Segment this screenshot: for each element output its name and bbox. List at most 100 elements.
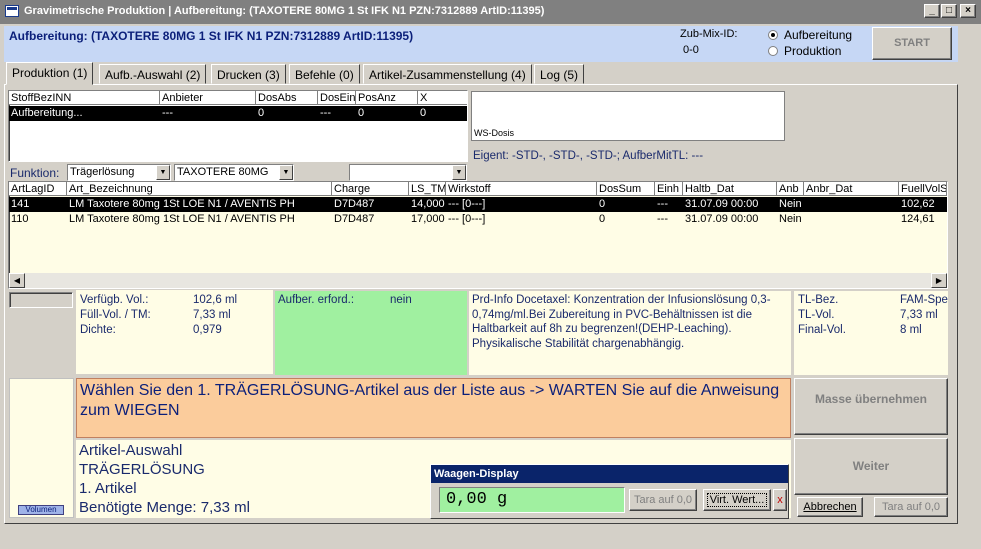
cell: D7D487	[334, 213, 375, 225]
abbrechen-button[interactable]: Abbrechen	[797, 497, 863, 517]
scale-value: 0,00 g	[439, 487, 625, 513]
tab-artikel-zusammenstellung[interactable]: Artikel-Zusammenstellung (4)	[363, 64, 532, 84]
radio-aufbereitung[interactable]	[768, 30, 778, 40]
volume-gauge-label: Volumen	[25, 505, 57, 514]
col-dossum[interactable]: DosSum	[597, 182, 655, 196]
prd-info-panel: Prd-Info Docetaxel: Konzentration der In…	[469, 291, 791, 375]
stoff-grid[interactable]: StoffBezINN Anbieter DosAbs DosEin PosAn…	[8, 90, 468, 162]
window-title-bar[interactable]: Gravimetrische Produktion | Aufbereitung…	[0, 0, 981, 24]
col-artlagid[interactable]: ArtLagID	[9, 182, 67, 196]
verfuegb-label: Verfügb. Vol.:	[80, 294, 149, 306]
col-haltb-dat[interactable]: Haltb_Dat	[683, 182, 777, 196]
cell: Nein	[779, 213, 802, 225]
cell: 0	[358, 107, 365, 119]
zub-mix-label: Zub-Mix-ID:	[680, 28, 738, 40]
dichte-value: 0,979	[193, 324, 222, 336]
table-row[interactable]: 110 LM Taxotere 80mg 1St LOE N1 / AVENTI…	[9, 212, 947, 227]
close-icon[interactable]: ×	[960, 4, 976, 18]
selection-line-3: 1. Artikel	[79, 480, 137, 497]
start-button[interactable]: START	[872, 27, 952, 60]
cell: 102,62	[901, 198, 935, 210]
cell: ---	[657, 198, 668, 210]
table-row[interactable]: Aufbereitung... --- 0 --- 0 0	[9, 106, 467, 121]
tab-aufb-auswahl[interactable]: Aufb.-Auswahl (2)	[99, 64, 207, 84]
zub-mix-value: 0-0	[683, 44, 699, 56]
col-x[interactable]: X	[418, 91, 467, 105]
tl-bez-label: TL-Bez.	[798, 294, 839, 306]
tab-befehle[interactable]: Befehle (0)	[289, 64, 360, 84]
tara-display-button[interactable]: Tara auf 0,0	[629, 489, 697, 511]
col-wirkstoff[interactable]: Wirkstoff	[446, 182, 597, 196]
chevron-down-icon[interactable]: ▼	[156, 165, 170, 180]
cell: 124,61	[901, 213, 935, 225]
ws-dosis-label: WS-Dosis	[474, 128, 514, 138]
waagen-display-title: Waagen-Display	[431, 465, 788, 483]
aufber-label: Aufber. erford.:	[278, 294, 355, 306]
col-dosabs[interactable]: DosAbs	[256, 91, 318, 105]
article-grid[interactable]: ArtLagID Art_Bezeichnung Charge LS_TM Wi…	[8, 181, 948, 289]
selection-text: Artikel-Auswahl TRÄGERLÖSUNG 1. Artikel …	[79, 441, 250, 517]
scroll-left-icon[interactable]: ◀	[9, 273, 25, 288]
cell: 14,000	[411, 198, 445, 210]
app-icon	[5, 5, 19, 17]
masse-uebernehmen-button[interactable]: Masse übernehmen	[794, 378, 948, 435]
col-posanz[interactable]: PosAnz	[356, 91, 418, 105]
artikel-combo[interactable]: TAXOTERE 80MG ▼	[174, 164, 294, 181]
volume-panel: Verfügb. Vol.: 102,6 ml Füll-Vol. / TM: …	[76, 290, 273, 374]
cell: 141	[11, 198, 30, 210]
weiter-button[interactable]: Weiter	[794, 438, 948, 495]
cell	[804, 197, 899, 211]
prd-info-text: Prd-Info Docetaxel: Konzentration der In…	[472, 294, 771, 350]
tab-drucken[interactable]: Drucken (3)	[211, 64, 286, 84]
fuell-value: 7,33 ml	[193, 309, 231, 321]
col-charge[interactable]: Charge	[332, 182, 409, 196]
tab-produktion[interactable]: Produktion (1)	[6, 62, 94, 85]
maximize-icon[interactable]: □	[941, 4, 957, 18]
window-title: Gravimetrische Produktion | Aufbereitung…	[24, 5, 545, 17]
cell: Nein	[779, 198, 802, 210]
dichte-label: Dichte:	[80, 324, 116, 336]
tl-panel: TL-Bez. FAM-Spe TL-Vol. 7,33 ml Final-Vo…	[794, 291, 948, 375]
col-fuellvols[interactable]: FuellVolS	[899, 182, 947, 196]
cell: LM Taxotere 80mg 1St LOE N1 / AVENTIS PH	[69, 198, 295, 210]
col-stoffbezinn[interactable]: StoffBezINN	[9, 91, 160, 105]
tara-button[interactable]: Tara auf 0,0	[874, 497, 948, 517]
status-field	[9, 292, 73, 308]
radio-produktion[interactable]	[768, 46, 778, 56]
col-einh[interactable]: Einh	[655, 182, 683, 196]
cell: 0	[599, 213, 606, 225]
cell: 31.07.09 00:00	[685, 198, 759, 210]
virt-wert-button[interactable]: Virt. Wert...	[703, 489, 771, 511]
col-art-bezeichnung[interactable]: Art_Bezeichnung	[67, 182, 332, 196]
verfuegb-value: 102,6 ml	[193, 294, 238, 306]
aufber-panel: Aufber. erford.: nein	[275, 291, 467, 375]
cell: 0	[420, 107, 427, 119]
col-dosein[interactable]: DosEin	[318, 91, 356, 105]
tl-vol-value: 7,33 ml	[900, 309, 938, 321]
volume-gauge: Volumen	[9, 378, 74, 518]
funktion-combo[interactable]: Trägerlösung ▼	[67, 164, 171, 181]
abbrechen-label: Abbrechen	[803, 501, 857, 513]
final-vol-value: 8 ml	[900, 324, 922, 336]
close-display-icon[interactable]: x	[773, 489, 787, 511]
tab-log[interactable]: Log (5)	[534, 64, 585, 84]
tl-bez-value: FAM-Spe	[900, 294, 948, 306]
eigent-text: Eigent: -STD-, -STD-, -STD-; AufberMitTL…	[473, 150, 704, 162]
chevron-down-icon[interactable]: ▼	[452, 165, 466, 180]
minimize-icon[interactable]: _	[924, 4, 940, 18]
col-anb[interactable]: Anb	[777, 182, 804, 196]
col-ls-tm[interactable]: LS_TM	[409, 182, 446, 196]
col-anbr-dat[interactable]: Anbr_Dat	[804, 182, 899, 196]
fuell-label: Füll-Vol. / TM:	[80, 309, 151, 321]
cell: 0	[258, 107, 265, 119]
cell: --- [0---]	[448, 198, 486, 210]
table-row[interactable]: 141 LM Taxotere 80mg 1St LOE N1 / AVENTI…	[9, 197, 947, 212]
selection-line-4: Benötigte Menge: 7,33 ml	[79, 499, 250, 516]
horizontal-scrollbar[interactable]: ◀ ▶	[9, 273, 947, 288]
cell: D7D487	[334, 198, 375, 210]
aufber-value: nein	[390, 294, 412, 306]
extra-combo[interactable]: ▼	[349, 164, 467, 181]
col-anbieter[interactable]: Anbieter	[160, 91, 256, 105]
scroll-right-icon[interactable]: ▶	[931, 273, 947, 288]
chevron-down-icon[interactable]: ▼	[279, 165, 293, 180]
